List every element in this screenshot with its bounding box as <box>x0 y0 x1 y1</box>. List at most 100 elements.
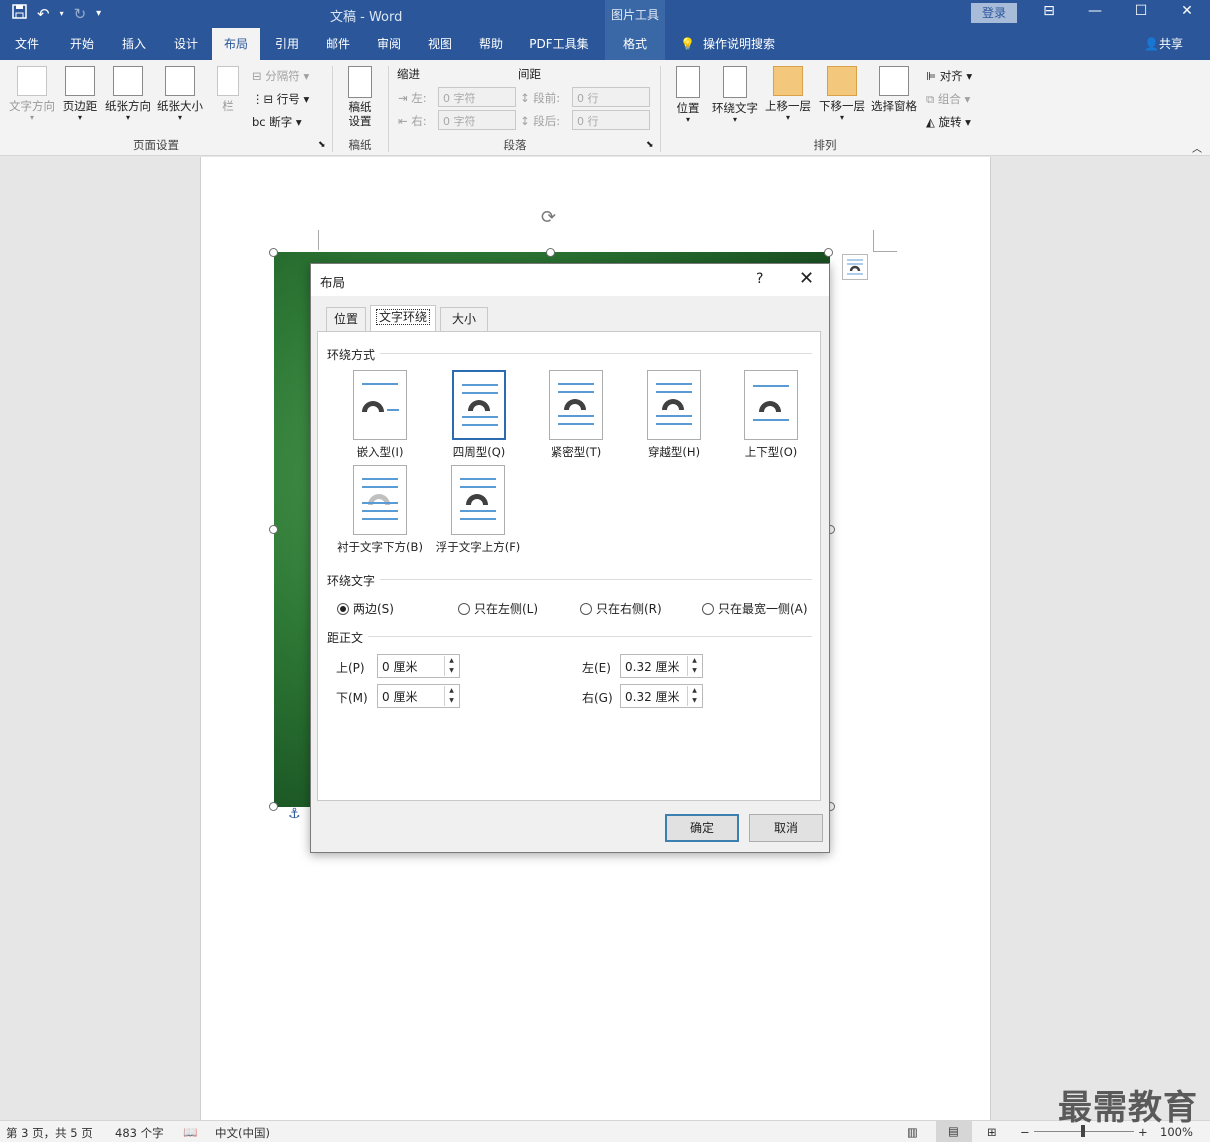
ribbon-display-options-icon[interactable]: ⊟ <box>1034 3 1064 19</box>
bring-forward-button[interactable]: 上移一层 ▾ <box>762 66 814 122</box>
ribbon-tabs: 文件 开始 插入 设计 布局 引用 邮件 审阅 视图 帮助 PDF工具集 格式 … <box>0 28 1210 60</box>
spinner-icon[interactable]: ▲ ▼ <box>687 656 701 676</box>
tab-references[interactable]: 引用 <box>262 28 312 60</box>
read-mode-icon[interactable]: ▥ <box>907 1125 918 1139</box>
rotate-handle-icon[interactable]: ⟳ <box>541 207 556 228</box>
hyphenation-button[interactable]: bc 断字 ▾ <box>252 114 302 130</box>
maximize-icon[interactable]: ☐ <box>1126 3 1156 19</box>
share-button[interactable]: 👤共享 <box>1144 28 1183 60</box>
align-button[interactable]: ⊫ 对齐 ▾ <box>926 68 972 84</box>
customize-qat-icon[interactable]: ▾ <box>96 8 101 19</box>
tab-format[interactable]: 格式 <box>605 28 665 60</box>
text-direction-icon <box>17 66 47 96</box>
columns-button[interactable]: 栏 <box>212 66 244 114</box>
indent-left-input[interactable]: 0 字符 <box>438 87 516 107</box>
spinner-icon[interactable]: ▲ ▼ <box>444 686 458 706</box>
wrap-left-only-radio[interactable]: 只在左侧(L) <box>458 600 538 617</box>
wrap-square-button[interactable] <box>452 370 506 440</box>
breaks-label: 分隔符 <box>265 69 300 83</box>
close-window-icon[interactable]: ✕ <box>1172 3 1202 19</box>
distance-top-input[interactable]: 0 厘米 ▲ ▼ <box>377 654 460 678</box>
wrap-inline-button[interactable] <box>353 370 407 440</box>
spinner-icon[interactable]: ▲ ▼ <box>687 686 701 706</box>
wrap-text-button[interactable]: 环绕文字 ▾ <box>708 66 762 124</box>
ok-button[interactable]: 确定 <box>665 814 739 842</box>
undo-icon[interactable]: ↶ <box>37 5 50 23</box>
close-icon[interactable]: ✕ <box>799 268 814 289</box>
save-icon[interactable] <box>12 4 27 23</box>
tab-help[interactable]: 帮助 <box>466 28 516 60</box>
tab-mailings[interactable]: 邮件 <box>312 28 364 60</box>
wrap-behind-text-label: 衬于文字下方(B) <box>330 539 430 555</box>
resize-handle[interactable] <box>546 248 555 257</box>
distance-bottom-input[interactable]: 0 厘米 ▲ ▼ <box>377 684 460 708</box>
distance-right-input[interactable]: 0.32 厘米 ▲ ▼ <box>620 684 703 708</box>
distance-left-input[interactable]: 0.32 厘米 ▲ ▼ <box>620 654 703 678</box>
rotate-button[interactable]: ◭ 旋转 ▾ <box>926 114 971 130</box>
tab-review[interactable]: 审阅 <box>364 28 414 60</box>
tab-file[interactable]: 文件 <box>0 28 54 60</box>
tab-pdf-tools[interactable]: PDF工具集 <box>518 28 600 60</box>
orientation-button[interactable]: 纸张方向 ▾ <box>102 66 154 122</box>
wrap-tight-text: 紧密型(T) <box>550 445 602 459</box>
layout-options-button[interactable] <box>842 254 868 280</box>
web-layout-icon[interactable]: ⊞ <box>987 1125 997 1139</box>
selection-pane-button[interactable]: 选择窗格 <box>868 66 920 114</box>
tab-text-wrapping[interactable]: 文字环绕 <box>370 305 436 331</box>
wrap-through-button[interactable] <box>647 370 701 440</box>
tab-text-wrapping-label: 文字环绕 <box>375 309 431 325</box>
tab-home[interactable]: 开始 <box>56 28 108 60</box>
undo-dropdown-icon[interactable]: ▾ <box>60 9 64 18</box>
tab-view[interactable]: 视图 <box>414 28 466 60</box>
redo-icon[interactable]: ↻ <box>74 5 87 23</box>
wrap-in-front-button[interactable] <box>451 465 505 535</box>
line-numbers-button[interactable]: ⋮⊟ 行号 ▾ <box>252 91 309 107</box>
text-direction-button[interactable]: 文字方向 ▾ <box>6 66 58 122</box>
help-icon[interactable]: ? <box>756 271 763 287</box>
tab-design[interactable]: 设计 <box>160 28 212 60</box>
page-count[interactable]: 第 3 页，共 5 页 <box>6 1125 93 1141</box>
wrap-top-bottom-button[interactable] <box>744 370 798 440</box>
tab-size[interactable]: 大小 <box>440 307 488 331</box>
position-icon <box>676 66 700 98</box>
wrap-behind-text-button[interactable] <box>353 465 407 535</box>
margins-button[interactable]: 页边距 ▾ <box>58 66 102 122</box>
wrap-tight-button[interactable] <box>549 370 603 440</box>
resize-handle[interactable] <box>269 802 278 811</box>
proofing-icon[interactable]: 📖 <box>183 1125 197 1139</box>
login-button[interactable]: 登录 <box>971 3 1017 23</box>
zoom-out-button[interactable]: − <box>1020 1125 1030 1139</box>
resize-handle[interactable] <box>824 248 833 257</box>
tab-insert[interactable]: 插入 <box>108 28 160 60</box>
divider <box>380 579 812 580</box>
tab-layout[interactable]: 布局 <box>212 28 260 60</box>
minimize-icon[interactable]: — <box>1080 3 1110 19</box>
position-button[interactable]: 位置 ▾ <box>668 66 708 124</box>
wrap-in-front-label: 浮于文字上方(F) <box>428 539 528 555</box>
space-after-text: 段后: <box>533 114 561 128</box>
print-layout-button[interactable]: ▤ <box>936 1121 972 1142</box>
word-count[interactable]: 483 个字 <box>115 1125 164 1141</box>
wrap-largest-only-radio[interactable]: 只在最宽一侧(A) <box>702 600 808 617</box>
cancel-button[interactable]: 取消 <box>749 814 823 842</box>
wrap-right-only-radio[interactable]: 只在右侧(R) <box>580 600 662 617</box>
page-setup-launcher-icon[interactable]: ⬊ <box>318 140 326 150</box>
wrap-both-sides-radio[interactable]: 两边(S) <box>337 600 394 617</box>
group-button[interactable]: ⧉ 组合 ▾ <box>926 91 970 107</box>
size-button[interactable]: 纸张大小 ▾ <box>154 66 206 122</box>
tell-me-search[interactable]: 💡 操作说明搜索 <box>680 28 775 60</box>
tab-position[interactable]: 位置 <box>326 307 366 331</box>
resize-handle[interactable] <box>269 248 278 257</box>
indent-right-input[interactable]: 0 字符 <box>438 110 516 130</box>
space-before-input[interactable]: 0 行 <box>572 87 650 107</box>
resize-handle[interactable] <box>269 525 278 534</box>
paragraph-launcher-icon[interactable]: ⬊ <box>646 140 654 150</box>
spinner-icon[interactable]: ▲ ▼ <box>444 656 458 676</box>
space-after-input[interactable]: 0 行 <box>572 110 650 130</box>
draft-paper-settings-button[interactable]: 稿纸 设置 <box>340 66 380 128</box>
breaks-button[interactable]: ⊟ 分隔符 ▾ <box>252 68 309 84</box>
language-indicator[interactable]: 中文(中国) <box>215 1125 270 1141</box>
wrap-inline-text: 嵌入型(I) <box>356 445 404 459</box>
send-backward-button[interactable]: 下移一层 ▾ <box>816 66 868 122</box>
collapse-ribbon-icon[interactable]: ︿ <box>1192 140 1202 155</box>
